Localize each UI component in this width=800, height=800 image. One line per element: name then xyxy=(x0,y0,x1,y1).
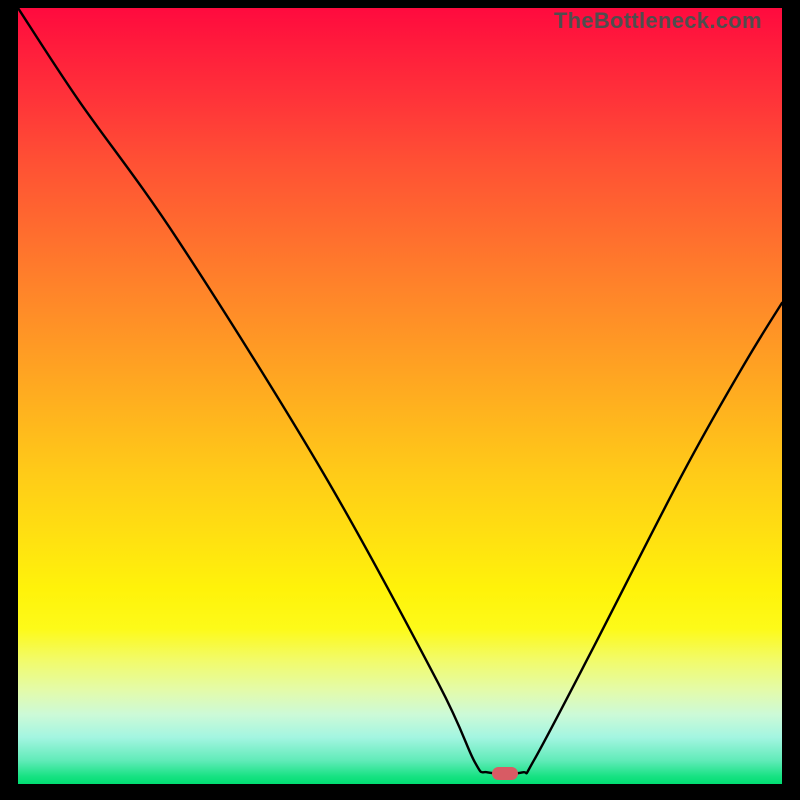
curve-path xyxy=(18,8,782,774)
bottleneck-curve xyxy=(18,8,782,784)
optimal-marker xyxy=(492,767,518,780)
chart-container: TheBottleneck.com xyxy=(0,0,800,800)
plot-area: TheBottleneck.com xyxy=(18,8,782,784)
watermark-text: TheBottleneck.com xyxy=(554,8,762,34)
